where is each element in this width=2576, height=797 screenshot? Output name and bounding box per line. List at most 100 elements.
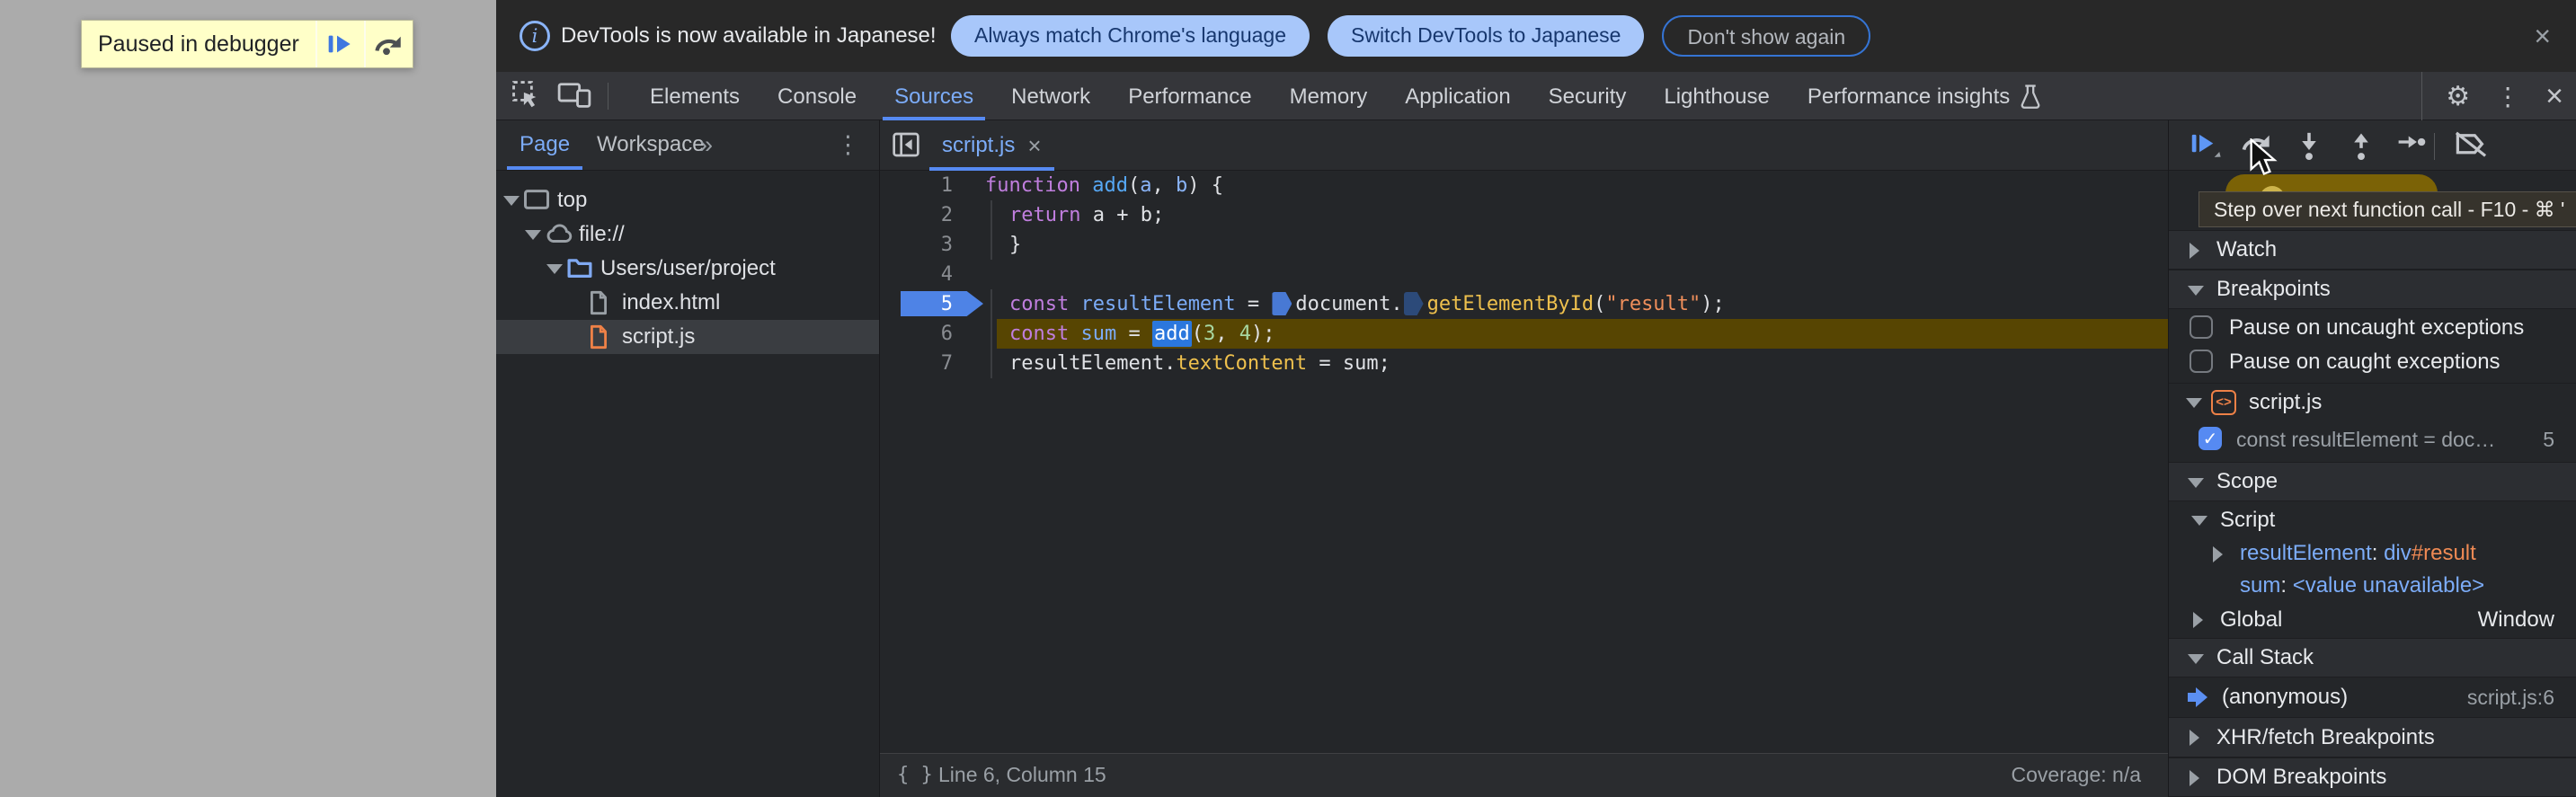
tab-page[interactable]: Page: [520, 120, 570, 169]
frame-location: script.js:6: [2466, 686, 2554, 709]
token-kw: function: [985, 174, 1093, 197]
chevron-down-icon[interactable]: [503, 196, 520, 206]
chevron-down-icon[interactable]: [525, 230, 541, 240]
tab-workspace[interactable]: Workspace: [597, 120, 705, 169]
section-scope[interactable]: Scope: [2168, 462, 2576, 501]
gutter-line-number[interactable]: 4: [879, 260, 953, 289]
main-tab-memory[interactable]: Memory: [1271, 72, 1387, 120]
token-call: add: [1151, 321, 1192, 347]
coverage-label: Coverage: n/a: [2011, 763, 2141, 786]
step-out-button[interactable]: [2346, 130, 2376, 165]
main-tab-network[interactable]: Network: [992, 72, 1109, 120]
tree-item-index-html[interactable]: index.html: [496, 286, 879, 320]
code-line-7[interactable]: resultElement.textContent = sum;: [971, 349, 2168, 378]
frame-icon: [523, 188, 550, 216]
editor-debugger-divider[interactable]: [2168, 120, 2169, 797]
code-line-5[interactable]: const resultElement = document. getElemen…: [971, 289, 2168, 319]
overflow-menu-icon[interactable]: ⋮: [2495, 82, 2520, 111]
scope-var-sum[interactable]: sum: <value unavailable>: [2168, 570, 2576, 602]
tab-label: Sources: [894, 84, 974, 109]
code-area[interactable]: 1 function add(a, b) {2 return a + b; 3} 4 5 c…: [879, 171, 2168, 753]
gutter-line-number[interactable]: 5: [879, 289, 953, 319]
always-match-language-button[interactable]: Always match Chrome's language: [951, 15, 1310, 57]
gutter-line-number[interactable]: 1: [879, 171, 953, 200]
main-tab-console[interactable]: Console: [759, 72, 875, 120]
tab-close-icon[interactable]: ×: [1027, 134, 1041, 157]
main-tab-security[interactable]: Security: [1530, 72, 1646, 120]
gutter-line-number[interactable]: 3: [879, 230, 953, 260]
tab-label: Performance insights: [1807, 84, 2011, 109]
inspect-element-icon[interactable]: [511, 79, 541, 114]
main-tab-performance-insights[interactable]: Performance insights: [1789, 72, 2061, 120]
settings-gear-icon[interactable]: ⚙: [2446, 81, 2470, 112]
breakpoint-item[interactable]: ✓ const resultElement = doc… 5: [2168, 421, 2576, 458]
token-num: 4: [1239, 323, 1251, 345]
token-fn: add: [1092, 174, 1128, 197]
code-line-3[interactable]: }: [971, 230, 2168, 260]
step-into-button[interactable]: [2294, 130, 2324, 165]
tree-item-users-user-project[interactable]: Users/user/project: [496, 252, 879, 286]
step-button[interactable]: [2396, 130, 2427, 158]
token-pl: }: [1009, 234, 1022, 256]
scope-global-group[interactable]: Global Window: [2168, 602, 2576, 638]
section-dom-breakpoints[interactable]: DOM Breakpoints: [2168, 757, 2576, 797]
pause-caught-row: Pause on caught exceptions: [2168, 345, 2576, 379]
pause-caught-checkbox[interactable]: [2190, 350, 2213, 373]
device-toolbar-icon[interactable]: [557, 80, 591, 113]
scope-script-group[interactable]: Script: [2168, 503, 2576, 537]
gutter-line-number[interactable]: 2: [879, 200, 953, 230]
section-watch[interactable]: Watch: [2168, 230, 2576, 270]
section-call-stack[interactable]: Call Stack: [2168, 638, 2576, 677]
token-str: "result": [1605, 293, 1701, 315]
scope-var-resultElement[interactable]: resultElement: div#result: [2168, 537, 2576, 570]
token-pl: document.: [1295, 293, 1403, 315]
token-pm: b: [1175, 174, 1188, 197]
gutter-line-number[interactable]: 7: [879, 349, 953, 378]
code-line-6[interactable]: const sum = add(3, 4);: [971, 319, 2168, 349]
sidebar-editor-divider[interactable]: [879, 120, 880, 797]
deactivate-breakpoints-button[interactable]: [2454, 130, 2488, 164]
chevron-down-icon: [2188, 478, 2204, 488]
editor-tab-label: script.js: [942, 133, 1016, 157]
tree-item-file-[interactable]: file://: [496, 217, 879, 252]
resume-button[interactable]: [2190, 130, 2222, 164]
tab-script-js[interactable]: script.js ×: [929, 120, 1054, 171]
code-line-4[interactable]: [971, 260, 2168, 289]
more-tabs-icon[interactable]: »: [699, 120, 713, 169]
token-pl: = sum;: [1307, 352, 1390, 375]
tab-label: Elements: [650, 84, 741, 109]
editor-status-bar: { } Line 6, Column 15 Coverage: n/a: [879, 753, 2168, 797]
inline-breakpoint-marker[interactable]: [1403, 292, 1424, 315]
dont-show-again-button[interactable]: Don't show again: [1662, 15, 1871, 57]
main-tab-lighthouse[interactable]: Lighthouse: [1645, 72, 1788, 120]
pause-uncaught-checkbox[interactable]: [2190, 315, 2213, 339]
gutter-line-number[interactable]: 6: [879, 319, 953, 349]
infobar-close-icon[interactable]: ×: [2534, 22, 2551, 50]
breakpoint-checkbox[interactable]: ✓: [2198, 427, 2222, 450]
devtools-close-icon[interactable]: ×: [2545, 79, 2563, 114]
chevron-down-icon[interactable]: [546, 264, 563, 274]
main-tab-application[interactable]: Application: [1386, 72, 1529, 120]
tree-item-script-js[interactable]: script.js: [496, 320, 879, 354]
section-xhr-breakpoints[interactable]: XHR/fetch Breakpoints: [2168, 717, 2576, 757]
section-breakpoints[interactable]: Breakpoints: [2168, 270, 2576, 309]
main-tab-performance[interactable]: Performance: [1109, 72, 1270, 120]
main-tab-elements[interactable]: Elements: [631, 72, 759, 120]
resume-script-button[interactable]: [315, 21, 364, 67]
token-pl: ) {: [1187, 174, 1223, 197]
hide-navigator-icon[interactable]: [892, 131, 920, 163]
code-line-1[interactable]: function add(a, b) {: [971, 171, 2168, 200]
main-tab-sources[interactable]: Sources: [875, 72, 992, 120]
code-line-2[interactable]: return a + b;: [971, 200, 2168, 230]
inline-breakpoint-marker-active[interactable]: [1272, 292, 1292, 315]
step-over-button-overlay[interactable]: [363, 21, 413, 67]
chevron-down-icon: [2188, 286, 2204, 296]
tree-item-top[interactable]: top: [496, 183, 879, 217]
pretty-print-icon[interactable]: { }: [897, 754, 933, 796]
file-tree: top file:// Users/user/project index.html sc…: [496, 171, 879, 797]
navigator-menu-icon[interactable]: ⋮: [836, 120, 860, 169]
step-over-button[interactable]: [2240, 130, 2274, 165]
switch-to-japanese-button[interactable]: Switch DevTools to Japanese: [1328, 15, 1645, 57]
breakpoint-file-group[interactable]: <> script.js: [2168, 383, 2576, 421]
call-stack-frame[interactable]: (anonymous) script.js:6: [2168, 677, 2576, 717]
